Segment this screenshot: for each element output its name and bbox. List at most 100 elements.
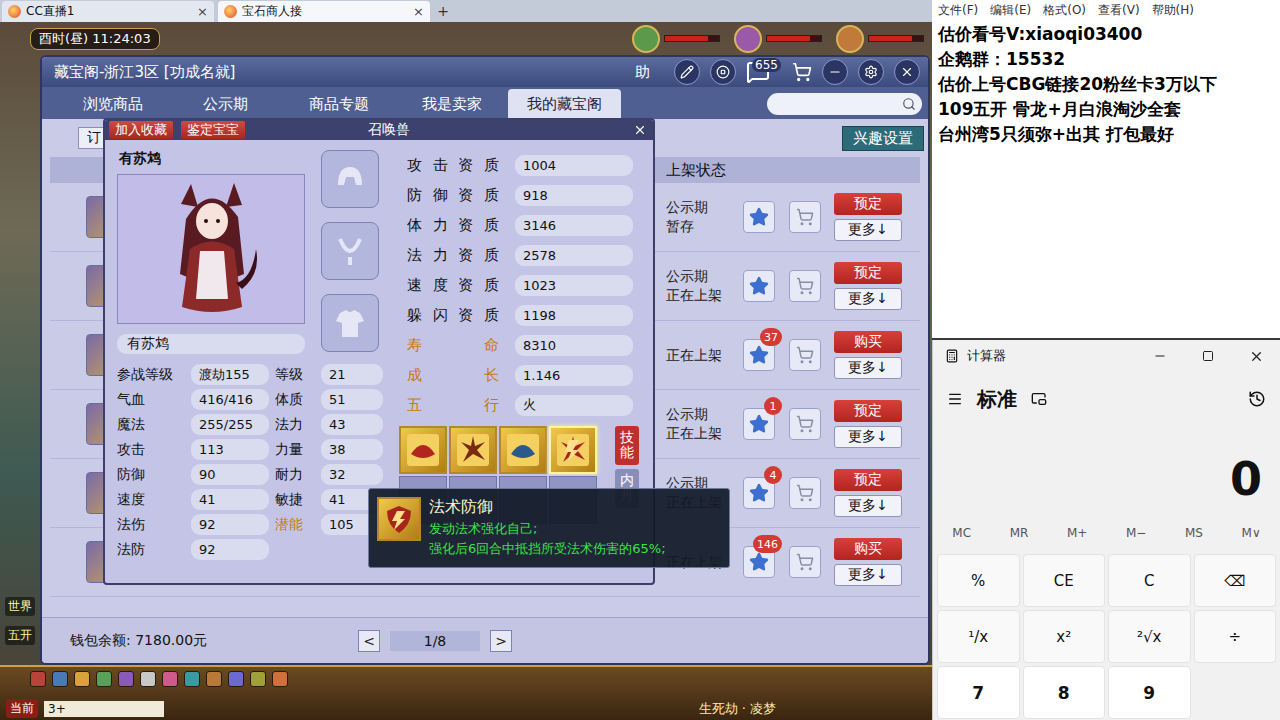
party-avatar[interactable] bbox=[632, 25, 720, 53]
calculator-key[interactable]: ÷ bbox=[1194, 610, 1277, 663]
memory-button[interactable]: MS bbox=[1185, 526, 1203, 540]
memory-button[interactable]: M∨ bbox=[1242, 526, 1261, 540]
favorite-button[interactable] bbox=[743, 270, 775, 302]
settings-button[interactable] bbox=[858, 59, 884, 85]
hud-label[interactable]: 世界 bbox=[5, 597, 35, 616]
hud-button-icon[interactable] bbox=[96, 671, 112, 687]
add-to-cart-button[interactable] bbox=[789, 546, 821, 578]
calculator-key[interactable]: ⌫ bbox=[1194, 554, 1277, 607]
calculator-key[interactable]: ¹/x bbox=[937, 610, 1020, 663]
more-button[interactable]: 更多↓ bbox=[834, 564, 902, 586]
hud-button-icon[interactable] bbox=[140, 671, 156, 687]
skill-slot[interactable] bbox=[449, 426, 497, 474]
tab[interactable]: 浏览商品 bbox=[56, 89, 169, 119]
popup-action-button[interactable]: 鉴定宝宝 bbox=[181, 121, 245, 139]
action-button[interactable]: 购买 bbox=[834, 538, 902, 560]
more-button[interactable]: 更多↓ bbox=[834, 495, 902, 517]
calculator-key[interactable]: 9 bbox=[1108, 666, 1191, 719]
action-button[interactable]: 预定 bbox=[834, 193, 902, 215]
calculator-key[interactable]: 7 bbox=[937, 666, 1020, 719]
hud-button-icon[interactable] bbox=[74, 671, 90, 687]
search-field[interactable] bbox=[767, 93, 922, 115]
add-to-cart-button[interactable] bbox=[789, 408, 821, 440]
hud-button-icon[interactable] bbox=[250, 671, 266, 687]
add-to-cart-button[interactable] bbox=[789, 477, 821, 509]
memory-button[interactable]: M− bbox=[1126, 526, 1146, 540]
action-button[interactable]: 购买 bbox=[834, 331, 902, 353]
stop-button[interactable] bbox=[710, 59, 736, 85]
hud-button-icon[interactable] bbox=[228, 671, 244, 687]
calculator-key[interactable]: 8 bbox=[1023, 666, 1106, 719]
skill-slot[interactable] bbox=[549, 426, 597, 474]
hud-button-icon[interactable] bbox=[272, 671, 288, 687]
calculator-key[interactable]: ²√x bbox=[1108, 610, 1191, 663]
hud-button-icon[interactable] bbox=[118, 671, 134, 687]
side-tab[interactable]: 技能 bbox=[615, 426, 639, 465]
cart-icon[interactable] bbox=[792, 62, 812, 82]
action-button[interactable]: 预定 bbox=[834, 262, 902, 284]
add-to-cart-button[interactable] bbox=[789, 270, 821, 302]
menu-item[interactable]: 编辑(E) bbox=[990, 2, 1031, 19]
close-button[interactable] bbox=[1232, 340, 1280, 372]
browser-tab[interactable]: CC直播1× bbox=[2, 1, 214, 22]
popup-action-button[interactable]: 加入收藏 bbox=[109, 121, 173, 139]
hud-button-icon[interactable] bbox=[52, 671, 68, 687]
chat-input[interactable]: 3+ bbox=[44, 701, 164, 717]
hud-button-icon[interactable] bbox=[162, 671, 178, 687]
calculator-key[interactable]: CE bbox=[1023, 554, 1106, 607]
popup-close-button[interactable] bbox=[633, 123, 647, 137]
add-to-cart-button[interactable] bbox=[789, 339, 821, 371]
action-button[interactable]: 预定 bbox=[834, 469, 902, 491]
action-button[interactable]: 预定 bbox=[834, 400, 902, 422]
messages-button[interactable]: 655 bbox=[746, 60, 770, 84]
hamburger-icon[interactable] bbox=[947, 391, 963, 407]
memory-button[interactable]: MR bbox=[1010, 526, 1029, 540]
add-to-cart-button[interactable] bbox=[789, 201, 821, 233]
favorite-button[interactable]: 146 bbox=[743, 546, 775, 578]
history-button[interactable] bbox=[1248, 390, 1266, 408]
more-button[interactable]: 更多↓ bbox=[834, 219, 902, 241]
party-avatar[interactable] bbox=[836, 25, 924, 53]
help-button[interactable]: 助 bbox=[635, 63, 650, 82]
hud-button-icon[interactable] bbox=[30, 671, 46, 687]
more-button[interactable]: 更多↓ bbox=[834, 426, 902, 448]
skill-slot[interactable] bbox=[499, 426, 547, 474]
menu-item[interactable]: 查看(V) bbox=[1098, 2, 1140, 19]
memory-button[interactable]: M+ bbox=[1067, 526, 1087, 540]
favorite-button[interactable]: 37 bbox=[743, 339, 775, 371]
browser-tab[interactable]: 宝石商人接× bbox=[218, 1, 430, 22]
new-tab-button[interactable]: + bbox=[434, 2, 452, 20]
tab[interactable]: 商品专题 bbox=[282, 89, 395, 119]
tab-close-button[interactable]: × bbox=[197, 4, 208, 19]
equipment-slot[interactable] bbox=[321, 150, 379, 208]
close-button[interactable] bbox=[894, 59, 920, 85]
notepad-text[interactable]: 估价看号V:xiaoqi03400企鹅群：15532估价上号CBG链接20粉丝卡… bbox=[932, 20, 1280, 149]
edit-button[interactable] bbox=[674, 59, 700, 85]
skill-slot[interactable] bbox=[399, 426, 447, 474]
interest-settings-button[interactable]: 兴趣设置 bbox=[842, 126, 924, 151]
more-button[interactable]: 更多↓ bbox=[834, 357, 902, 379]
minimize-button[interactable] bbox=[1136, 340, 1184, 372]
hud-button-icon[interactable] bbox=[206, 671, 222, 687]
calculator-key[interactable]: x² bbox=[1023, 610, 1106, 663]
menu-item[interactable]: 格式(O) bbox=[1043, 2, 1086, 19]
memory-button[interactable]: MC bbox=[952, 526, 971, 540]
party-avatar[interactable] bbox=[734, 25, 822, 53]
calculator-key[interactable]: % bbox=[937, 554, 1020, 607]
favorite-button[interactable] bbox=[743, 201, 775, 233]
keep-on-top-icon[interactable] bbox=[1031, 391, 1047, 407]
tab-close-button[interactable]: × bbox=[413, 4, 424, 19]
minimize-button[interactable] bbox=[822, 59, 848, 85]
menu-item[interactable]: 帮助(H) bbox=[1152, 2, 1194, 19]
equipment-slot[interactable] bbox=[321, 222, 379, 280]
menu-item[interactable]: 文件(F) bbox=[938, 2, 978, 19]
calculator-key[interactable]: C bbox=[1108, 554, 1191, 607]
more-button[interactable]: 更多↓ bbox=[834, 288, 902, 310]
hud-button-icon[interactable] bbox=[184, 671, 200, 687]
tab[interactable]: 我的藏宝阁 bbox=[508, 89, 621, 119]
hud-label[interactable]: 五开 bbox=[5, 626, 35, 645]
maximize-button[interactable] bbox=[1184, 340, 1232, 372]
favorite-button[interactable]: 4 bbox=[743, 477, 775, 509]
next-page-button[interactable]: > bbox=[490, 630, 512, 652]
equipment-slot[interactable] bbox=[321, 294, 379, 352]
